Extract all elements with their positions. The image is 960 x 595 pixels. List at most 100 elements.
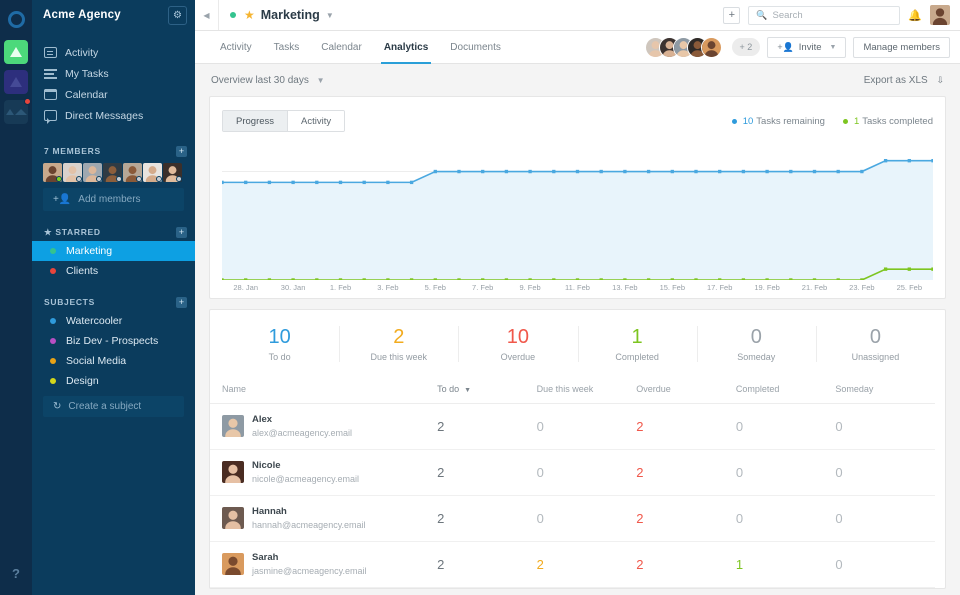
tab-analytics[interactable]: Analytics <box>373 31 439 64</box>
gear-icon[interactable]: ⚙ <box>168 5 187 25</box>
column-header-someday[interactable]: Someday <box>835 378 935 404</box>
app-tile-purple[interactable] <box>4 70 28 94</box>
chevron-down-icon[interactable]: ▼ <box>326 11 334 20</box>
create-subject-button[interactable]: ↻ Create a subject <box>43 396 184 417</box>
x-axis-tick: 9. Feb <box>519 283 541 292</box>
column-header-to-do[interactable]: To do ▼ <box>437 378 537 404</box>
sidebar-item-design[interactable]: Design <box>32 371 195 391</box>
stat-value: 0 <box>869 326 881 348</box>
column-header-due-this-week[interactable]: Due this week <box>536 378 637 404</box>
cell-due: 2 <box>536 541 637 588</box>
content-area: Overview last 30 days ▼ Export as XLS ⇩ … <box>195 64 960 595</box>
table-row[interactable]: Alex alex@acmeagency.email 2 0 2 0 0 <box>210 403 935 450</box>
column-label: Overdue <box>636 384 671 394</box>
cell-name: Sarah jasmine@acmeagency.email <box>210 541 438 588</box>
cell-value: 2 <box>636 556 644 572</box>
app-tile-dark[interactable] <box>4 98 31 124</box>
chart-tab-progress[interactable]: Progress <box>223 111 288 131</box>
sidebar-item-my-tasks[interactable]: My Tasks <box>32 63 195 84</box>
legend-label: Tasks remaining <box>756 115 825 127</box>
column-header-overdue[interactable]: Overdue <box>636 378 736 404</box>
table-row[interactable]: Nicole nicole@acmeagency.email 2 0 2 0 0 <box>210 449 935 496</box>
member-avatar[interactable] <box>143 163 162 182</box>
stat-due-this-week[interactable]: 2 Due this week <box>339 318 458 370</box>
cell-name: Nicole nicole@acmeagency.email <box>210 449 438 496</box>
sidebar-item-label: Design <box>66 375 99 387</box>
member-avatar[interactable] <box>123 163 142 182</box>
chart-header: Progress Activity 10 Tasks remaining 1 Tasks… <box>222 109 933 133</box>
create-subject-label: Create a subject <box>68 401 142 412</box>
search-input[interactable]: 🔍 Search <box>748 5 901 25</box>
person-email: nicole@acmeagency.email <box>252 473 360 484</box>
more-members-count[interactable]: + 2 <box>731 38 761 56</box>
cell-overdue: 2 <box>636 449 736 496</box>
sidebar-item-label: Watercooler <box>66 315 123 327</box>
export-button[interactable]: Export as XLS ⇩ <box>864 75 944 86</box>
star-icon[interactable]: ★ <box>244 8 255 22</box>
member-avatar[interactable] <box>103 163 122 182</box>
refresh-icon: ↻ <box>53 401 62 412</box>
chevron-left-icon[interactable]: ◀ <box>195 0 219 30</box>
tab-tasks[interactable]: Tasks <box>263 31 311 64</box>
cell-value: 2 <box>437 418 445 434</box>
member-avatar[interactable] <box>163 163 182 182</box>
circle-logo-icon[interactable] <box>0 4 32 34</box>
avatar <box>222 553 244 576</box>
app-root: ? Acme Agency ⚙ Activity My Tasks Calend… <box>0 0 960 595</box>
cell-someday: 0 <box>835 449 935 496</box>
column-header-completed[interactable]: Completed <box>735 378 836 404</box>
member-avatar[interactable] <box>63 163 82 182</box>
avatar[interactable] <box>700 36 722 58</box>
sidebar-item-calendar[interactable]: Calendar <box>32 84 195 105</box>
stat-value: 1 <box>631 326 643 348</box>
tab-calendar[interactable]: Calendar <box>310 31 373 64</box>
add-button[interactable]: + <box>723 6 741 24</box>
sidebar-item-clients[interactable]: Clients <box>32 261 195 281</box>
sidebar-item-watercooler[interactable]: Watercooler <box>32 311 195 331</box>
cell-value: 2 <box>437 464 445 480</box>
chart-tab-activity[interactable]: Activity <box>287 111 345 131</box>
stat-to-do[interactable]: 10 To do <box>220 318 339 370</box>
stat-overdue[interactable]: 10 Overdue <box>458 318 577 370</box>
bell-icon[interactable]: 🔔 <box>908 9 922 22</box>
sidebar-item-biz-dev-prospects[interactable]: Biz Dev - Prospects <box>32 331 195 351</box>
cell-someday: 0 <box>835 403 935 450</box>
cell-overdue: 2 <box>636 403 736 450</box>
column-header-name[interactable]: Name <box>210 378 438 404</box>
range-selector[interactable]: Overview last 30 days ▼ <box>211 75 325 86</box>
manage-members-button[interactable]: Manage members <box>853 36 950 58</box>
member-avatar[interactable] <box>83 163 102 182</box>
sidebar-item-marketing[interactable]: Marketing <box>32 241 195 261</box>
members-table: Name To do ▼ Due this week Overdue Completed S… <box>210 378 935 588</box>
add-members-button[interactable]: +👤 Add members <box>43 188 184 211</box>
member-avatar[interactable] <box>43 163 62 182</box>
table-row[interactable]: Sarah jasmine@acmeagency.email 2 2 2 1 0 <box>210 541 935 588</box>
legend-item: 10 Tasks remaining <box>731 115 825 127</box>
cell-completed: 0 <box>735 449 836 496</box>
stat-someday[interactable]: 0 Someday <box>696 318 816 370</box>
sidebar-item-direct-messages[interactable]: Direct Messages <box>32 105 195 126</box>
x-axis-tick: 21. Feb <box>801 283 828 292</box>
tab-activity[interactable]: Activity <box>209 31 263 64</box>
app-tile-green[interactable] <box>4 40 28 64</box>
sidebar-item-activity[interactable]: Activity <box>32 42 195 63</box>
cell-value: 2 <box>536 556 544 572</box>
plus-icon[interactable]: + <box>176 296 187 308</box>
top-bar-right: + 🔍 Search 🔔 <box>723 5 950 25</box>
plus-icon[interactable]: + <box>176 226 187 238</box>
stat-unassigned[interactable]: 0 Unassigned <box>815 318 935 370</box>
tab-bar: Activity Tasks Calendar Analytics Documents … <box>195 31 960 64</box>
sidebar-item-social-media[interactable]: Social Media <box>32 351 195 371</box>
invite-button[interactable]: +👤 Invite ▼ <box>767 36 847 58</box>
tab-documents[interactable]: Documents <box>439 31 512 64</box>
avatar[interactable] <box>930 5 950 25</box>
legend-dot <box>842 118 848 124</box>
page-title: Marketing <box>260 8 320 22</box>
help-icon[interactable]: ? <box>12 566 20 581</box>
member-avatar-stack[interactable] <box>644 36 722 58</box>
chart-mode-toggle[interactable]: Progress Activity <box>222 110 346 132</box>
plus-icon[interactable]: + <box>176 145 187 157</box>
table-row[interactable]: Hannah hannah@acmeagency.email 2 0 2 0 0 <box>210 495 935 542</box>
stat-completed[interactable]: 1 Completed <box>577 318 697 370</box>
chart-svg-wrap <box>222 139 933 280</box>
